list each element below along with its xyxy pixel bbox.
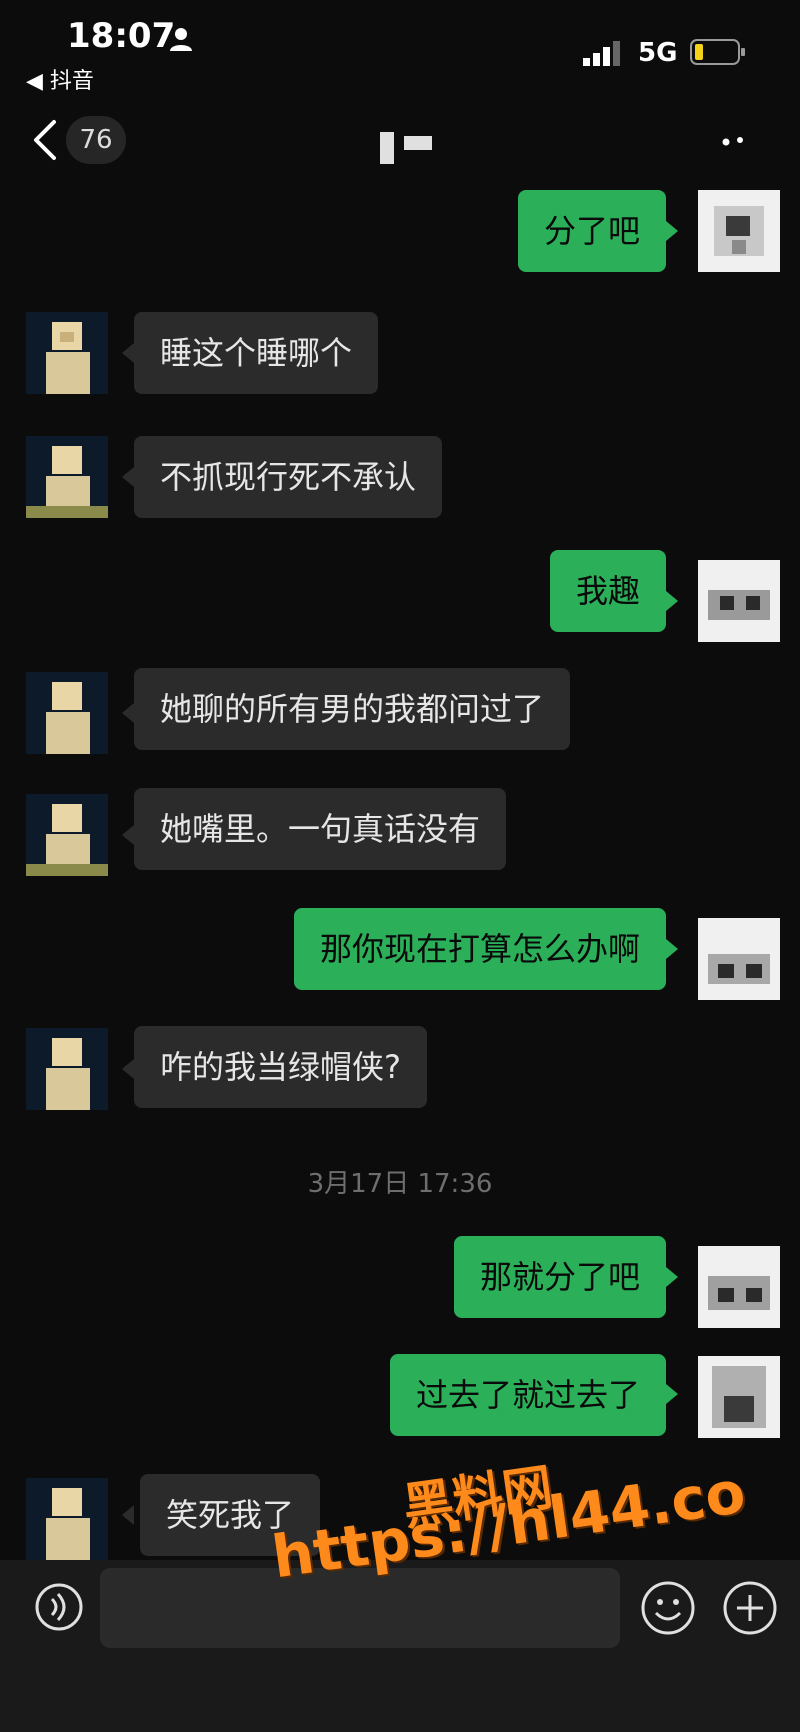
message-bubble-incoming[interactable]: 睡这个睡哪个 (134, 312, 379, 394)
bubble-tail (122, 467, 134, 487)
contact-avatar[interactable] (26, 672, 108, 754)
contact-avatar[interactable] (26, 794, 108, 876)
contact-avatar[interactable] (26, 1478, 108, 1560)
back-to-app-link[interactable]: ◀ 抖音 (26, 63, 94, 95)
message-input[interactable] (100, 1568, 620, 1648)
bubble-tail (666, 591, 678, 611)
message-bubble-incoming[interactable]: 她聊的所有男的我都问过了 (134, 668, 571, 750)
bubble-tail (122, 703, 134, 723)
plus-icon[interactable] (722, 1580, 778, 1636)
bubble-tail (122, 1505, 134, 1525)
message-bubble-outgoing[interactable]: 那你现在打算怎么办啊 (293, 908, 666, 990)
bubble-tail (122, 1059, 134, 1079)
my-avatar[interactable] (698, 918, 780, 1000)
message-bubble-outgoing[interactable]: 那就分了吧 (453, 1236, 666, 1318)
message-bubble-outgoing[interactable]: 分了吧 (517, 190, 666, 272)
message-bubble-incoming[interactable]: 她嘴里。一句真话没有 (134, 788, 507, 870)
message-bubble-incoming[interactable]: 不抓现行死不承认 (134, 436, 443, 518)
my-avatar[interactable] (698, 190, 780, 272)
back-icon[interactable] (30, 118, 60, 162)
more-icon[interactable] (720, 134, 750, 148)
message-bubble-outgoing[interactable]: 过去了就过去了 (389, 1354, 666, 1436)
bubble-tail (666, 939, 678, 959)
bubble-tail (122, 825, 134, 845)
contact-avatar[interactable] (26, 1028, 108, 1110)
network-type: 5G (638, 38, 678, 68)
emoji-icon[interactable] (640, 1580, 696, 1636)
my-avatar[interactable] (698, 1246, 780, 1328)
bubble-tail (666, 1267, 678, 1287)
signal-icon (583, 41, 620, 66)
voice-icon[interactable] (34, 1582, 84, 1632)
contact-avatar[interactable] (26, 312, 108, 394)
my-avatar[interactable] (698, 1356, 780, 1438)
bubble-tail (122, 343, 134, 363)
message-bubble-incoming[interactable]: 咋的我当绿帽侠? (134, 1026, 427, 1108)
unread-count-badge[interactable]: 76 (66, 116, 126, 164)
message-bubble-outgoing[interactable]: 我趣 (549, 550, 666, 632)
my-avatar[interactable] (698, 560, 780, 642)
bubble-tail (666, 221, 678, 241)
bubble-tail (666, 1384, 678, 1404)
chat-title-masked (380, 132, 432, 164)
status-time: 18:07 (67, 16, 176, 56)
person-icon (170, 28, 192, 51)
chat-timestamp: 3月17日 17:36 (307, 1169, 493, 1199)
contact-avatar[interactable] (26, 436, 108, 518)
battery-icon (690, 39, 745, 65)
